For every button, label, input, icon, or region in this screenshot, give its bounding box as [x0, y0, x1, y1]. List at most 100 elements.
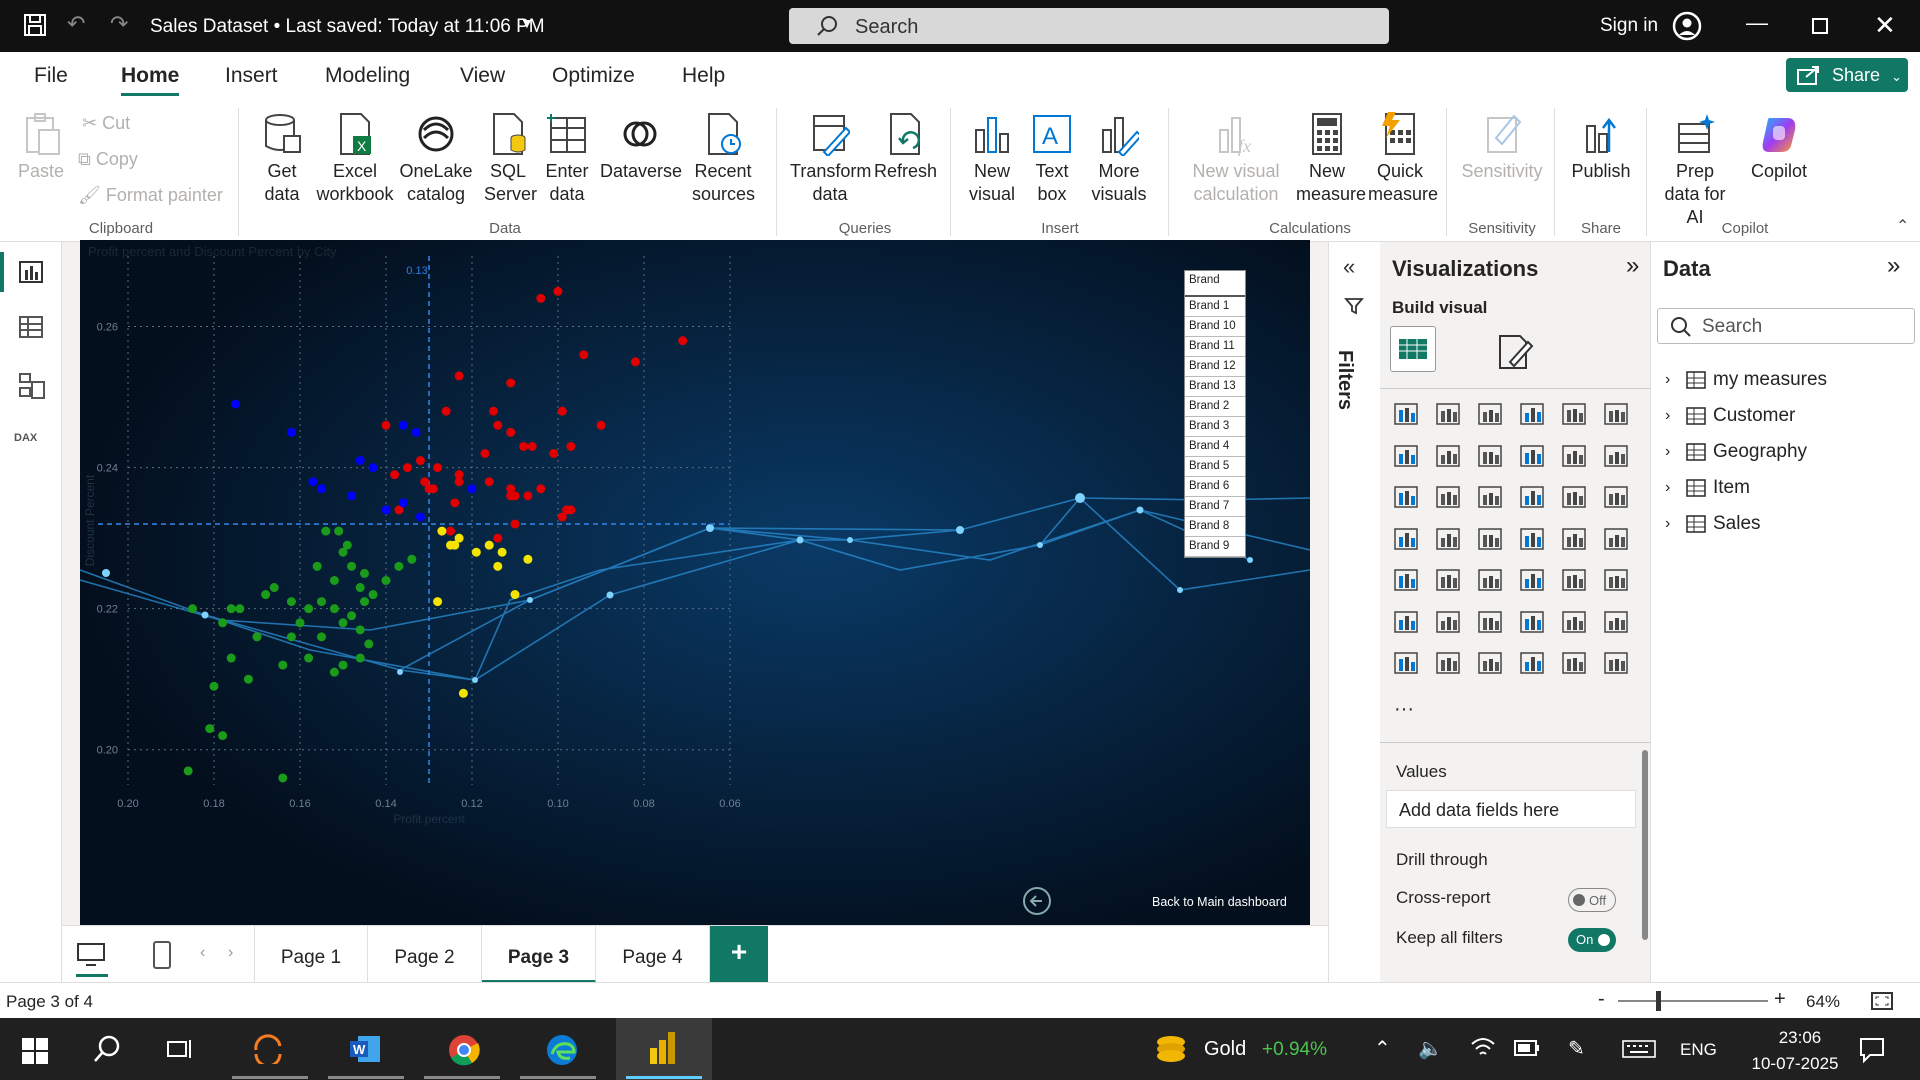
- powerbi-taskbar-button[interactable]: [616, 1018, 712, 1080]
- data-point-green[interactable]: [360, 568, 369, 578]
- tab-insert[interactable]: Insert: [225, 64, 278, 88]
- matrix-icon[interactable]: [1560, 566, 1588, 594]
- data-point-green[interactable]: [347, 611, 357, 621]
- taskbar-search-icon[interactable]: [92, 1034, 122, 1069]
- page-tab-1[interactable]: Page 1: [254, 926, 368, 983]
- data-point-blue[interactable]: [411, 427, 421, 437]
- data-point-red[interactable]: [579, 350, 589, 360]
- data-point-red[interactable]: [506, 427, 516, 437]
- data-point-red[interactable]: [493, 533, 503, 543]
- ribbon-icon[interactable]: [1518, 442, 1546, 470]
- data-point-blue[interactable]: [368, 463, 378, 473]
- legend-item[interactable]: Brand 6: [1185, 477, 1245, 497]
- qa-icon[interactable]: [1518, 608, 1546, 636]
- diamond-icon[interactable]: [1560, 649, 1588, 677]
- task-view-icon[interactable]: [166, 1036, 194, 1067]
- data-point-yellow[interactable]: [433, 597, 443, 607]
- maximize-icon[interactable]: [1812, 18, 1828, 34]
- sign-in-link[interactable]: Sign in: [1600, 15, 1658, 37]
- scrollbar[interactable]: [1642, 750, 1648, 940]
- pie-icon[interactable]: [1560, 483, 1588, 511]
- line-clustered-column-icon[interactable]: [1602, 442, 1630, 470]
- data-point-red[interactable]: [506, 378, 516, 388]
- data-point-green[interactable]: [317, 632, 326, 642]
- data-point-green[interactable]: [338, 660, 348, 670]
- stacked-area-icon[interactable]: [1476, 442, 1504, 470]
- legend-item[interactable]: Brand 4: [1185, 437, 1245, 457]
- sql-server-button[interactable]: SQL Server: [484, 112, 537, 206]
- data-point-green[interactable]: [226, 604, 236, 614]
- redo-icon[interactable]: ↷: [110, 11, 128, 37]
- language-indicator[interactable]: ENG: [1680, 1040, 1717, 1060]
- data-point-blue[interactable]: [317, 484, 326, 494]
- data-point-red[interactable]: [433, 463, 443, 473]
- r-visual-icon[interactable]: [1602, 566, 1630, 594]
- zoom-in-button[interactable]: +: [1774, 988, 1786, 1011]
- data-point-green[interactable]: [295, 618, 305, 628]
- data-point-yellow[interactable]: [471, 547, 481, 557]
- table-view-icon[interactable]: [18, 314, 44, 345]
- data-point-red[interactable]: [446, 526, 455, 536]
- gold-label[interactable]: Gold: [1204, 1038, 1246, 1061]
- chrome-icon[interactable]: [448, 1034, 480, 1071]
- clock-date[interactable]: 10-07-2025: [1736, 1054, 1854, 1074]
- field-table-my-measures[interactable]: › my measures: [1665, 362, 1905, 398]
- new-measure-button[interactable]: New measure: [1296, 112, 1366, 206]
- stacked-bar-icon[interactable]: [1392, 400, 1420, 428]
- back-to-main-dashboard-button[interactable]: Back to Main dashboard: [1152, 895, 1287, 909]
- data-point-yellow[interactable]: [497, 547, 507, 557]
- search-input[interactable]: Search: [789, 8, 1389, 44]
- data-search-input[interactable]: Search: [1657, 308, 1915, 344]
- data-point-red[interactable]: [566, 441, 576, 451]
- tab-file[interactable]: File: [34, 64, 68, 88]
- expand-filters-icon[interactable]: «: [1343, 254, 1355, 280]
- field-table-geography[interactable]: › Geography: [1665, 434, 1905, 470]
- table-icon[interactable]: [1518, 566, 1546, 594]
- data-point-green[interactable]: [355, 653, 365, 663]
- line-stacked-icon[interactable]: [1392, 483, 1420, 511]
- data-point-green[interactable]: [329, 604, 339, 614]
- save-icon[interactable]: [22, 12, 48, 44]
- data-point-red[interactable]: [403, 463, 412, 473]
- legend-item[interactable]: Brand 2: [1185, 397, 1245, 417]
- build-visual-tab[interactable]: [1390, 326, 1436, 372]
- data-point-green[interactable]: [218, 618, 228, 628]
- field-table-customer[interactable]: › Customer: [1665, 398, 1905, 434]
- legend-item[interactable]: Brand 7: [1185, 497, 1245, 517]
- data-point-green[interactable]: [261, 590, 271, 600]
- collapse-ribbon-icon[interactable]: ⌃: [1896, 216, 1909, 236]
- data-point-red[interactable]: [489, 406, 498, 416]
- data-point-yellow[interactable]: [437, 526, 447, 536]
- power-automate-icon[interactable]: [1518, 649, 1546, 677]
- data-point-green[interactable]: [183, 766, 193, 776]
- data-point-blue[interactable]: [381, 505, 391, 515]
- data-point-yellow[interactable]: [493, 561, 503, 571]
- copilot-button[interactable]: Copilot: [1740, 112, 1818, 183]
- mobile-layout-icon[interactable]: [152, 940, 172, 975]
- undo-icon[interactable]: ↶: [67, 11, 85, 37]
- account-icon[interactable]: [1672, 11, 1702, 46]
- excel-workbook-button[interactable]: X Excel workbook: [314, 112, 396, 206]
- page-tab-4[interactable]: Page 4: [596, 926, 710, 983]
- data-point-yellow[interactable]: [523, 554, 533, 564]
- data-point-green[interactable]: [218, 731, 228, 741]
- windows-start-icon[interactable]: [22, 1038, 48, 1069]
- pen-icon[interactable]: ✎: [1568, 1036, 1585, 1061]
- data-point-green[interactable]: [286, 597, 296, 607]
- fit-to-page-icon[interactable]: [1870, 991, 1894, 1016]
- data-point-red[interactable]: [454, 371, 464, 381]
- format-painter-button[interactable]: 🖌 Format painter: [78, 184, 223, 207]
- edge-icon[interactable]: [546, 1034, 578, 1071]
- data-point-red[interactable]: [506, 484, 516, 494]
- collapse-data-icon[interactable]: »: [1887, 252, 1900, 280]
- copy-button[interactable]: ⧉ Copy: [78, 148, 138, 171]
- new-visual-button[interactable]: New visual: [964, 112, 1020, 206]
- stacked-column-icon[interactable]: [1434, 400, 1462, 428]
- report-view-icon[interactable]: [18, 258, 44, 289]
- smart-narrative-icon[interactable]: [1560, 608, 1588, 636]
- data-point-green[interactable]: [338, 547, 348, 557]
- column-chart-icon[interactable]: [1434, 483, 1462, 511]
- donut-icon[interactable]: [1602, 483, 1630, 511]
- data-point-green[interactable]: [329, 667, 339, 677]
- python-icon[interactable]: [1392, 608, 1420, 636]
